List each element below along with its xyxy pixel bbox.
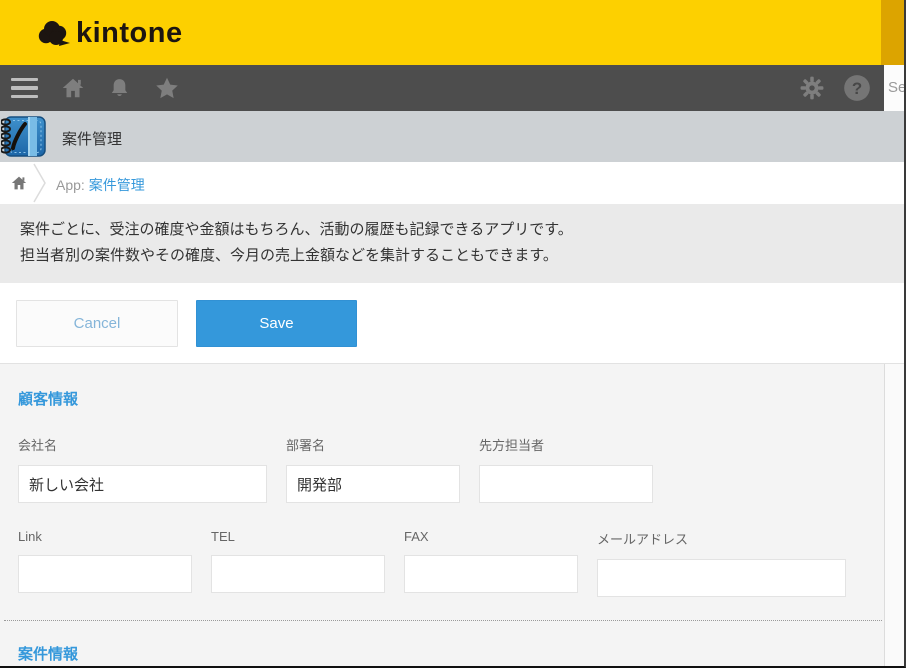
field-contact-person: 先方担当者	[479, 435, 653, 503]
record-form: 顧客情報 会社名 部署名 先方担当者 Link	[0, 364, 885, 666]
help-icon[interactable]: ?	[842, 65, 872, 111]
field-label: TEL	[211, 529, 235, 544]
cancel-button[interactable]: Cancel	[16, 300, 178, 347]
record-edit-area: 顧客情報 会社名 部署名 先方担当者 Link	[0, 363, 904, 666]
settings-gear-icon[interactable]	[797, 65, 827, 111]
section-divider	[4, 620, 882, 621]
hamburger-menu-icon[interactable]	[11, 65, 38, 111]
field-company-name: 会社名	[18, 435, 267, 503]
save-button[interactable]: Save	[196, 300, 357, 347]
notebook-app-icon	[1, 116, 46, 157]
link-input[interactable]	[18, 555, 192, 593]
section-title-case-info: 案件情報	[18, 646, 79, 663]
svg-text:?: ?	[852, 79, 862, 98]
section-title-customer-info: 顧客情報	[18, 391, 79, 408]
description-line-2: 担当者別の案件数やその確度、今月の売上金額などを集計することもできます。	[20, 247, 558, 264]
fax-input[interactable]	[404, 555, 578, 593]
field-label: 部署名	[286, 438, 326, 453]
field-label: Link	[18, 529, 42, 544]
form-row-2: Link TEL FAX メールアドレス	[18, 529, 884, 597]
tel-input[interactable]	[211, 555, 385, 593]
field-label: FAX	[404, 529, 429, 544]
description-line-1: 案件ごとに、受注の確度や金額はもちろん、活動の履歴も記録できるアプリです。	[20, 221, 573, 238]
breadcrumb-prefix: App:	[56, 177, 89, 193]
company-name-input[interactable]	[18, 465, 267, 503]
home-icon[interactable]	[59, 65, 87, 111]
kintone-logo[interactable]: kintone	[36, 17, 183, 50]
favorites-star-icon[interactable]	[151, 65, 183, 111]
kintone-window: kintone ? Se 案件管理 App: 案件管理 案件ごとに、受注の確度や…	[0, 0, 906, 668]
field-email: メールアドレス	[597, 529, 846, 597]
right-gutter	[885, 364, 904, 666]
form-row-1: 会社名 部署名 先方担当者	[18, 435, 884, 503]
breadcrumb-text: App: 案件管理	[56, 175, 145, 195]
field-label: メールアドレス	[597, 532, 689, 547]
record-action-bar: Cancel Save	[0, 283, 904, 363]
kintone-logo-text: kintone	[76, 17, 183, 49]
breadcrumb: App: 案件管理	[0, 162, 904, 204]
field-fax: FAX	[404, 529, 578, 597]
breadcrumb-app-link[interactable]: 案件管理	[89, 177, 145, 193]
contact-person-input[interactable]	[479, 465, 653, 503]
field-label: 先方担当者	[479, 438, 545, 453]
kintone-cloud-icon	[38, 20, 70, 46]
email-input[interactable]	[597, 559, 846, 597]
breadcrumb-chevron-icon	[33, 163, 46, 203]
breadcrumb-home-icon[interactable]	[10, 174, 28, 192]
field-label: 会社名	[18, 438, 58, 453]
global-navbar: ? Se	[0, 65, 904, 127]
app-title: 案件管理	[62, 131, 123, 148]
header-accent-strip	[881, 0, 904, 65]
app-header: 案件管理	[0, 111, 904, 162]
app-description: 案件ごとに、受注の確度や金額はもちろん、活動の履歴も記録できるアプリです。 担当…	[0, 204, 904, 283]
field-department-name: 部署名	[286, 435, 460, 503]
department-name-input[interactable]	[286, 465, 460, 503]
field-link: Link	[18, 529, 192, 597]
brand-header: kintone	[0, 0, 904, 65]
notifications-bell-icon[interactable]	[105, 65, 133, 111]
field-tel: TEL	[211, 529, 385, 597]
